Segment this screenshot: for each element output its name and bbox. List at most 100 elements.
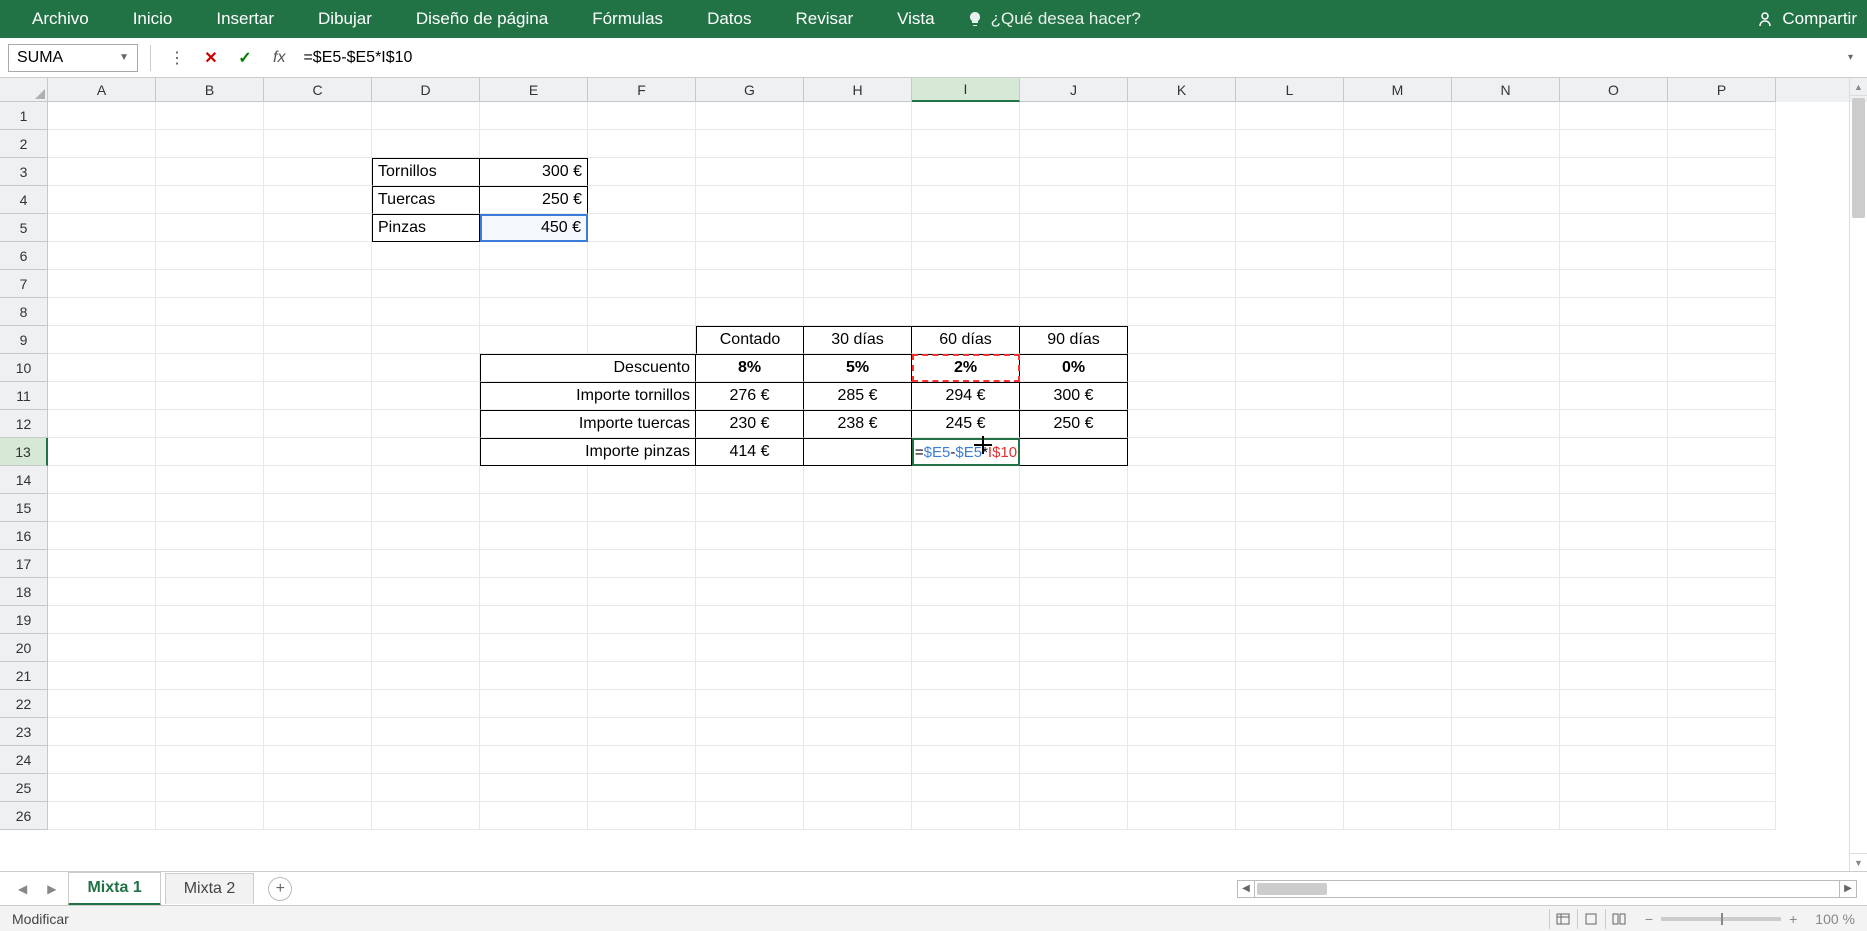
- cell[interactable]: [1020, 438, 1128, 466]
- cell[interactable]: [1236, 718, 1344, 746]
- cell[interactable]: [480, 326, 588, 354]
- cell[interactable]: [1560, 578, 1668, 606]
- cell[interactable]: [264, 214, 372, 242]
- cell[interactable]: [1344, 466, 1452, 494]
- cell[interactable]: [480, 102, 588, 130]
- cell[interactable]: [1452, 802, 1560, 830]
- cell[interactable]: [1452, 690, 1560, 718]
- cell[interactable]: [696, 690, 804, 718]
- cell[interactable]: [1452, 410, 1560, 438]
- col-header-G[interactable]: G: [696, 78, 804, 102]
- cell[interactable]: [1236, 214, 1344, 242]
- cell[interactable]: [912, 690, 1020, 718]
- cell[interactable]: [1668, 298, 1776, 326]
- scroll-left-arrow-icon[interactable]: ◀: [1237, 880, 1255, 898]
- cell[interactable]: [696, 578, 804, 606]
- ribbon-tab-revisar[interactable]: Revisar: [773, 0, 875, 38]
- cell[interactable]: [1344, 354, 1452, 382]
- cell[interactable]: [156, 242, 264, 270]
- cell[interactable]: Importe tornillos: [480, 382, 696, 410]
- cell[interactable]: [264, 382, 372, 410]
- cell[interactable]: [1020, 102, 1128, 130]
- cell[interactable]: [48, 494, 156, 522]
- row-header-23[interactable]: 23: [0, 718, 48, 746]
- cell[interactable]: Contado: [696, 326, 804, 354]
- col-header-D[interactable]: D: [372, 78, 480, 102]
- row-header-15[interactable]: 15: [0, 494, 48, 522]
- cell[interactable]: [1020, 802, 1128, 830]
- cell[interactable]: [264, 718, 372, 746]
- cell[interactable]: [588, 606, 696, 634]
- cell[interactable]: [1560, 634, 1668, 662]
- cell[interactable]: [1128, 690, 1236, 718]
- cell[interactable]: [1020, 158, 1128, 186]
- row-header-17[interactable]: 17: [0, 550, 48, 578]
- cell[interactable]: [804, 690, 912, 718]
- cell[interactable]: [372, 634, 480, 662]
- cell[interactable]: [1128, 718, 1236, 746]
- row-header-6[interactable]: 6: [0, 242, 48, 270]
- cell[interactable]: 8%: [696, 354, 804, 382]
- cell[interactable]: [1236, 606, 1344, 634]
- cell[interactable]: [588, 690, 696, 718]
- cell[interactable]: [912, 298, 1020, 326]
- row-header-12[interactable]: 12: [0, 410, 48, 438]
- cell[interactable]: [1452, 298, 1560, 326]
- row-header-22[interactable]: 22: [0, 690, 48, 718]
- row-header-11[interactable]: 11: [0, 382, 48, 410]
- cell[interactable]: [588, 746, 696, 774]
- cell[interactable]: [1560, 270, 1668, 298]
- cell[interactable]: [1128, 326, 1236, 354]
- cell[interactable]: [1128, 494, 1236, 522]
- zoom-slider[interactable]: [1661, 917, 1781, 921]
- cell[interactable]: [480, 718, 588, 746]
- cell[interactable]: [1236, 158, 1344, 186]
- cell[interactable]: [480, 270, 588, 298]
- cell[interactable]: [912, 494, 1020, 522]
- cell[interactable]: [480, 466, 588, 494]
- cell[interactable]: [156, 774, 264, 802]
- cell[interactable]: [264, 550, 372, 578]
- cell[interactable]: [264, 242, 372, 270]
- cell[interactable]: [156, 522, 264, 550]
- cell[interactable]: [372, 270, 480, 298]
- share-button[interactable]: Compartir: [1756, 9, 1857, 29]
- cell[interactable]: [1560, 550, 1668, 578]
- cell[interactable]: [48, 298, 156, 326]
- cell[interactable]: [48, 186, 156, 214]
- cell[interactable]: [264, 690, 372, 718]
- cell[interactable]: [1128, 634, 1236, 662]
- cell[interactable]: [1128, 270, 1236, 298]
- cell[interactable]: [1452, 494, 1560, 522]
- cell[interactable]: [1668, 242, 1776, 270]
- sheet-nav-next-icon[interactable]: ▶: [39, 882, 64, 896]
- cell[interactable]: [372, 298, 480, 326]
- cell[interactable]: 276 €: [696, 382, 804, 410]
- cell[interactable]: [1452, 354, 1560, 382]
- cell[interactable]: Tuercas: [372, 186, 480, 214]
- cell[interactable]: [1560, 746, 1668, 774]
- cell[interactable]: [1344, 186, 1452, 214]
- cell[interactable]: [1560, 186, 1668, 214]
- cell[interactable]: [1344, 550, 1452, 578]
- cell[interactable]: [1236, 494, 1344, 522]
- cell[interactable]: [156, 214, 264, 242]
- select-all-corner[interactable]: [0, 78, 48, 102]
- cell[interactable]: [480, 690, 588, 718]
- cell[interactable]: [1344, 102, 1452, 130]
- ribbon-tab-diseno[interactable]: Diseño de página: [394, 0, 570, 38]
- cell[interactable]: [156, 550, 264, 578]
- tell-me-search[interactable]: ¿Qué desea hacer?: [967, 9, 1141, 29]
- fx-icon[interactable]: fx: [273, 49, 285, 67]
- cell[interactable]: [1344, 214, 1452, 242]
- cell[interactable]: [1020, 186, 1128, 214]
- ribbon-tab-archivo[interactable]: Archivo: [10, 0, 111, 38]
- cell[interactable]: [1020, 606, 1128, 634]
- cell[interactable]: [1128, 746, 1236, 774]
- cell[interactable]: [1668, 326, 1776, 354]
- sheet-tab-mixta-2[interactable]: Mixta 2: [165, 873, 255, 904]
- cell[interactable]: [48, 438, 156, 466]
- cell[interactable]: [48, 662, 156, 690]
- cell[interactable]: [264, 298, 372, 326]
- cell[interactable]: [264, 802, 372, 830]
